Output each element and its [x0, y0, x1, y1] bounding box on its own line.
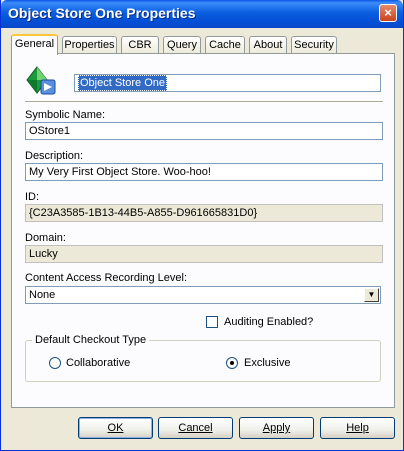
id-field: {C23A3585-1B13-44B5-A855-D961665831D0} — [25, 204, 383, 222]
ok-button[interactable]: OK — [78, 417, 153, 439]
content-access-dropdown[interactable]: None ▼ — [25, 286, 381, 304]
cancel-button-label: Cancel — [178, 422, 213, 434]
title-bar[interactable]: Object Store One Properties × — [1, 0, 403, 28]
object-store-name-field[interactable]: Object Store One — [74, 74, 381, 92]
ok-button-label: OK — [107, 422, 124, 434]
id-label: ID: — [25, 191, 40, 203]
properties-dialog: Object Store One Properties × General Pr… — [0, 0, 404, 451]
description-field[interactable]: My Very First Object Store. Woo-hoo! — [25, 163, 383, 181]
tab-cbr[interactable]: CBR — [121, 36, 159, 54]
close-button[interactable]: × — [379, 4, 397, 22]
domain-field: Lucky — [25, 245, 383, 263]
tab-about[interactable]: About — [249, 36, 287, 54]
checkout-group-title: Default Checkout Type — [32, 334, 150, 346]
tab-security[interactable]: Security — [291, 36, 337, 54]
cancel-button[interactable]: Cancel — [158, 417, 233, 439]
symbolic-name-label: Symbolic Name: — [25, 109, 106, 121]
domain-label: Domain: — [25, 232, 66, 244]
auditing-label: Auditing Enabled? — [224, 316, 314, 328]
help-button[interactable]: Help — [320, 417, 395, 439]
name-selected-text: Object Store One — [78, 75, 167, 91]
apply-button-label: Apply — [262, 422, 291, 434]
help-button-label: Help — [346, 422, 369, 434]
exclusive-label: Exclusive — [244, 357, 291, 369]
chevron-down-icon[interactable]: ▼ — [364, 288, 379, 302]
radio-selected-dot — [230, 361, 234, 365]
tab-properties[interactable]: Properties — [62, 36, 117, 54]
auditing-checkbox[interactable] — [206, 316, 218, 328]
window-title: Object Store One Properties — [8, 5, 196, 21]
apply-button[interactable]: Apply — [239, 417, 314, 439]
object-store-icon — [25, 64, 59, 98]
divider — [25, 101, 383, 103]
symbolic-name-field[interactable]: OStore1 — [25, 122, 383, 140]
tab-query[interactable]: Query — [163, 36, 201, 54]
exclusive-radio[interactable] — [226, 357, 238, 369]
content-access-label: Content Access Recording Level: — [25, 272, 188, 284]
description-label: Description: — [25, 150, 84, 162]
collaborative-radio[interactable] — [49, 357, 61, 369]
tab-cache[interactable]: Cache — [205, 36, 245, 54]
tab-general[interactable]: General — [11, 34, 58, 55]
collaborative-label: Collaborative — [66, 357, 131, 369]
content-access-value: None — [29, 289, 56, 301]
